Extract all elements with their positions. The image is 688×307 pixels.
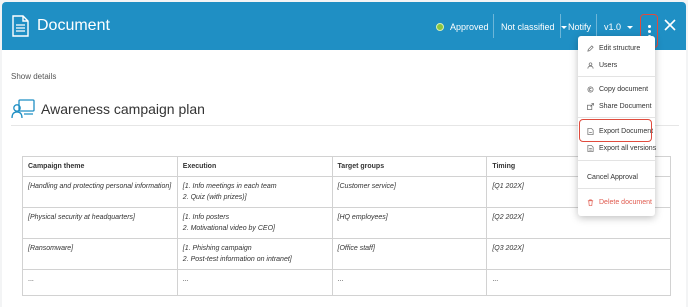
header-divider	[560, 14, 561, 38]
export-icon	[587, 127, 594, 135]
table-cell[interactable]: [Handling and protecting personal inform…	[22, 176, 178, 208]
menu-divider	[578, 160, 655, 161]
more-dot-icon	[647, 24, 651, 28]
menu-item-edit-structure[interactable]: Edit structure	[578, 41, 655, 55]
pencil-icon	[587, 44, 594, 52]
table-cell[interactable]: [1. Info posters 2. Motivational video by…	[176, 207, 333, 239]
column-header: Target groups	[331, 156, 488, 177]
header-divider	[493, 14, 494, 38]
chevron-down-icon	[627, 26, 634, 29]
menu-item-label: Share Document	[599, 102, 652, 110]
awareness-campaign-icon	[11, 99, 35, 119]
export-all-icon	[587, 144, 594, 152]
document-title: Document	[37, 17, 110, 34]
menu-item-copy-document[interactable]: Copy document	[578, 82, 655, 96]
cell-line: 2. Quiz (with prizes)]	[182, 194, 247, 201]
show-details-link[interactable]: Show details	[11, 72, 56, 81]
table-cell[interactable]: ...	[22, 269, 178, 296]
user-icon	[587, 61, 594, 69]
table-cell[interactable]: [Ransomware]	[22, 238, 178, 270]
table-cell[interactable]: [Office staff]	[331, 238, 488, 270]
table-row: [Ransomware] [1. Phishing campaign 2. Pos…	[22, 238, 671, 270]
trash-icon	[587, 199, 594, 206]
table-cell[interactable]: [HQ employees]	[331, 207, 488, 239]
table-header-row: Campaign theme Execution Target groups T…	[22, 156, 671, 177]
menu-divider	[578, 76, 655, 77]
menu-item-users[interactable]: Users	[578, 58, 655, 72]
status-dot-icon	[436, 23, 444, 31]
menu-divider	[578, 188, 655, 189]
column-header: Execution	[176, 156, 333, 177]
column-header: Campaign theme	[22, 156, 178, 177]
more-options-menu: Edit structure Users Copy document Share…	[578, 36, 657, 216]
campaign-table: Campaign theme Execution Target groups T…	[22, 156, 671, 296]
table-row: ... ... ... ...	[22, 269, 671, 296]
table-row: [Physical security at headquarters] [1. …	[22, 207, 671, 239]
menu-item-label: Cancel Approval	[587, 173, 638, 181]
table-cell[interactable]: ...	[486, 269, 671, 296]
more-dot-icon	[647, 29, 651, 33]
menu-item-export-document[interactable]: Export Document	[578, 124, 655, 138]
table-cell[interactable]: [Q3 202X]	[486, 238, 671, 270]
menu-item-label: Edit structure	[599, 44, 641, 52]
table-cell[interactable]: [1. Phishing campaign 2. Post-test inform…	[176, 238, 333, 270]
document-icon	[12, 15, 29, 37]
cell-line: 2. Post-test information on intranet]	[182, 256, 292, 263]
menu-item-cancel-approval[interactable]: Cancel Approval	[578, 170, 655, 184]
table-cell[interactable]: [Physical security at headquarters]	[22, 207, 178, 239]
notify-label: Notify	[568, 22, 592, 32]
table-row: [Handling and protecting personal inform…	[22, 176, 671, 208]
notify-button[interactable]: Notify	[568, 22, 591, 32]
status-label: Approved	[450, 22, 489, 32]
cell-line: [1. Info meetings in each team	[182, 183, 277, 190]
menu-item-label: Delete document	[599, 198, 652, 206]
menu-item-share-document[interactable]: Share Document	[578, 99, 655, 113]
table-cell[interactable]: ...	[176, 269, 333, 296]
menu-item-label: Users	[599, 61, 618, 69]
classification-dropdown[interactable]: Not classified	[501, 22, 567, 32]
menu-item-label: Export Document	[599, 127, 654, 135]
copy-icon	[587, 86, 594, 92]
menu-item-label: Export all versions	[599, 144, 657, 152]
table-cell[interactable]: [Customer service]	[331, 176, 488, 208]
menu-item-export-all-versions[interactable]: Export all versions	[578, 141, 657, 155]
close-icon[interactable]	[662, 16, 678, 34]
menu-item-label: Copy document	[599, 85, 649, 93]
classification-label: Not classified	[501, 22, 555, 32]
cell-line: [1. Info posters	[182, 214, 230, 221]
approval-status: Approved	[436, 22, 489, 32]
cell-line: 2. Motivational video by CEO]	[182, 225, 275, 232]
header-divider	[596, 14, 597, 38]
menu-divider	[578, 117, 655, 118]
version-label: v1.0	[604, 22, 622, 32]
table-cell[interactable]: ...	[331, 269, 488, 296]
cell-line: [1. Phishing campaign	[182, 245, 252, 252]
share-icon	[587, 102, 594, 110]
chevron-down-icon	[560, 26, 567, 29]
table-cell[interactable]: [1. Info meetings in each team 2. Quiz (w…	[176, 176, 333, 208]
section-title: Awareness campaign plan	[41, 101, 205, 117]
menu-item-delete-document[interactable]: Delete document	[578, 195, 655, 209]
version-dropdown[interactable]: v1.0	[604, 22, 634, 32]
